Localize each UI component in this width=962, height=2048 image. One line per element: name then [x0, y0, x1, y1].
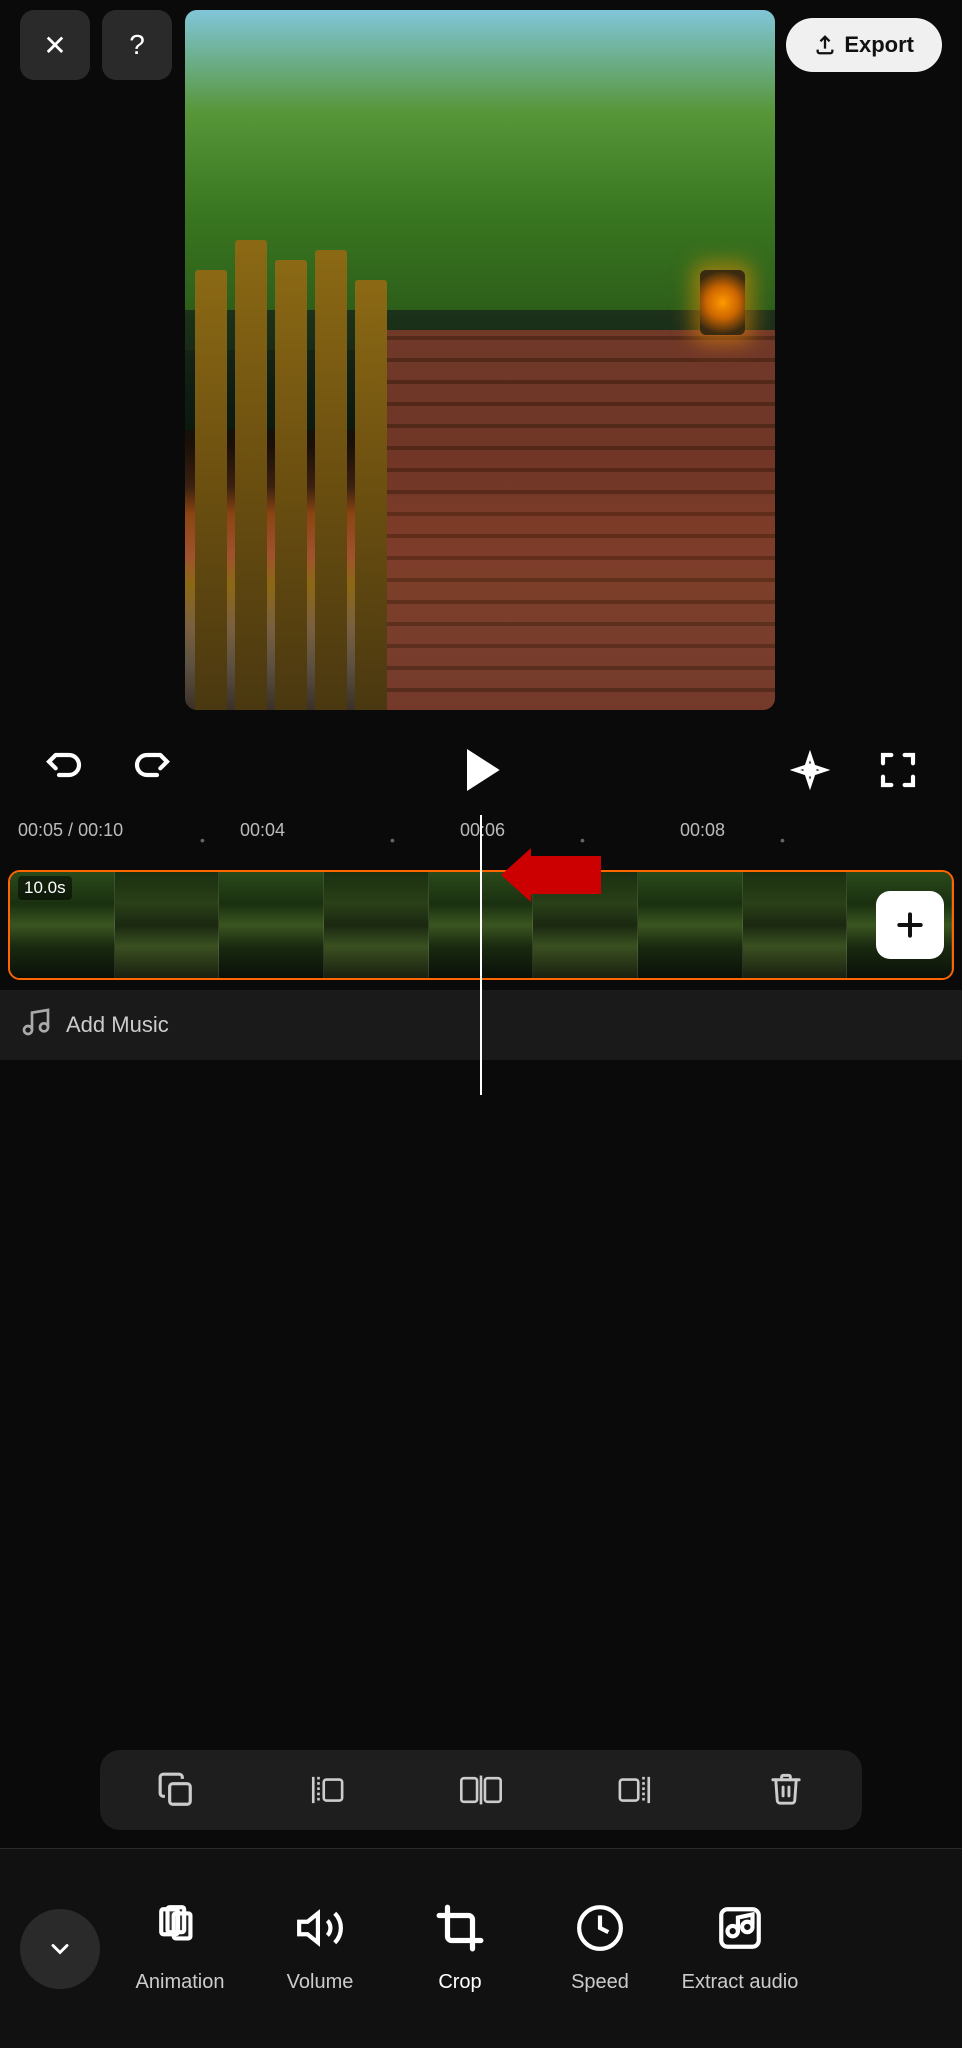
- top-bar-left: ✕ ?: [20, 10, 172, 80]
- music-note-icon: [20, 1006, 52, 1045]
- trim-start-icon: [308, 1771, 350, 1809]
- chevron-down-icon: [46, 1935, 74, 1963]
- export-button[interactable]: Export: [786, 18, 942, 72]
- editing-tools-bar: [100, 1750, 862, 1830]
- speed-tool[interactable]: Speed: [530, 1869, 670, 2029]
- trash-icon: [768, 1771, 804, 1809]
- trim-end-tool-button[interactable]: [557, 1758, 709, 1822]
- fence-post: [315, 250, 347, 710]
- playhead-line: [480, 815, 482, 1095]
- time-mark-2: 00:06: [460, 820, 505, 841]
- ctrl-left: [40, 746, 176, 794]
- play-icon: [453, 742, 509, 798]
- left-arrow-icon: [501, 848, 601, 902]
- delete-tool-button[interactable]: [710, 1758, 862, 1822]
- trim-end-icon: [612, 1771, 654, 1809]
- play-button[interactable]: [449, 738, 513, 802]
- track-frame: [219, 872, 324, 978]
- extract-audio-icon: [715, 1903, 765, 1961]
- volume-tool[interactable]: Volume: [250, 1869, 390, 2029]
- plus-icon: [894, 909, 926, 941]
- volume-label: Volume: [287, 1971, 354, 1994]
- trim-start-tool-button[interactable]: [252, 1758, 404, 1822]
- time-mark-1: 00:04: [240, 820, 285, 841]
- split-tool-button[interactable]: [405, 1758, 557, 1822]
- add-music-label: Add Music: [66, 1012, 169, 1038]
- redo-icon: [132, 750, 172, 790]
- speed-label: Speed: [571, 1971, 629, 1994]
- volume-svg-icon: [295, 1903, 345, 1953]
- volume-icon: [295, 1903, 345, 1961]
- arrow-indicator: [501, 848, 601, 907]
- track-duration-label: 10.0s: [18, 876, 72, 900]
- undo-button[interactable]: [40, 746, 88, 794]
- crop-icon: [435, 1903, 485, 1961]
- brick-wall: [365, 330, 775, 710]
- animation-icon: [155, 1903, 205, 1961]
- extract-audio-svg-icon: [715, 1903, 765, 1953]
- video-frame: [185, 10, 775, 710]
- crop-label: Crop: [438, 1971, 481, 1994]
- time-current: 00:05 / 00:10: [18, 820, 123, 841]
- extract-audio-tool[interactable]: Extract audio: [670, 1869, 810, 2029]
- playback-controls: [0, 730, 962, 810]
- animation-label: Animation: [136, 1971, 225, 1994]
- track-frame: [743, 872, 848, 978]
- animation-tool[interactable]: Animation: [110, 1869, 250, 2029]
- extract-audio-label: Extract audio: [682, 1971, 799, 1994]
- fence-post: [235, 240, 267, 710]
- speed-icon: [575, 1903, 625, 1961]
- top-bar: ✕ ? Export: [0, 0, 962, 90]
- fence-post: [195, 270, 227, 710]
- animation-svg-icon: [155, 1903, 205, 1953]
- track-frame: [115, 872, 220, 978]
- duplicate-icon: [157, 1771, 195, 1809]
- fence-area: [185, 250, 425, 710]
- fence-post: [275, 260, 307, 710]
- track-frame: [638, 872, 743, 978]
- crop-svg-icon: [435, 1903, 485, 1953]
- keyframe-icon: [790, 750, 830, 790]
- keyframe-button[interactable]: [786, 746, 834, 794]
- export-icon: [814, 34, 836, 56]
- time-mark-3: 00:08: [680, 820, 725, 841]
- add-clip-button[interactable]: [876, 891, 944, 959]
- fullscreen-icon: [878, 750, 918, 790]
- chevron-down-button[interactable]: [20, 1909, 100, 1989]
- fullscreen-button[interactable]: [874, 746, 922, 794]
- music-icon: [20, 1006, 52, 1038]
- crop-tool[interactable]: Crop: [390, 1869, 530, 2029]
- speed-svg-icon: [575, 1903, 625, 1953]
- duplicate-tool-button[interactable]: [100, 1758, 252, 1822]
- fence-post: [355, 280, 387, 710]
- undo-icon: [44, 750, 84, 790]
- lantern: [700, 270, 745, 335]
- ctrl-right: [786, 746, 922, 794]
- split-icon: [460, 1771, 502, 1809]
- video-preview: [185, 10, 775, 710]
- close-button[interactable]: ✕: [20, 10, 90, 80]
- help-button[interactable]: ?: [102, 10, 172, 80]
- bottom-toolbar: Animation Volume Crop S: [0, 1848, 962, 2048]
- redo-button[interactable]: [128, 746, 176, 794]
- track-frame: [324, 872, 429, 978]
